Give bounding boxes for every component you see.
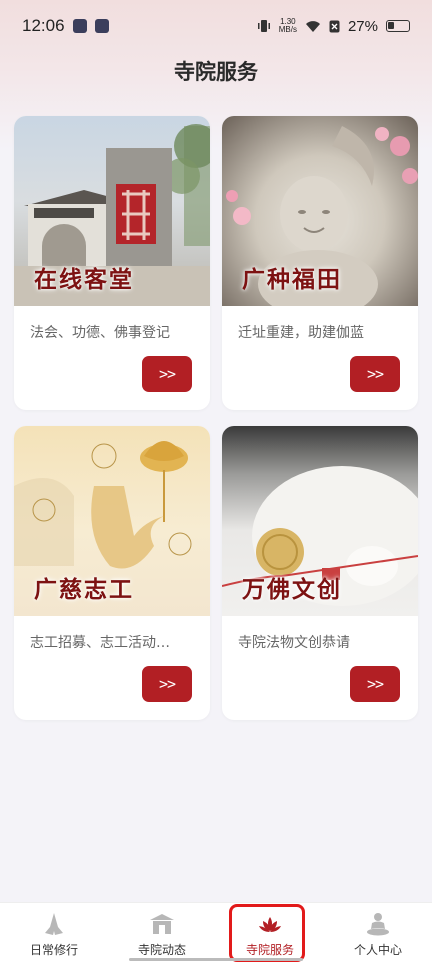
tab-label: 日常修行	[29, 943, 78, 957]
network-speed-unit: MB/s	[278, 25, 297, 34]
tab-label: 寺院动态	[137, 943, 186, 957]
card-title: 广慈志工	[34, 576, 134, 603]
card-description: 寺院法物文创恭请	[238, 635, 350, 651]
praying-hands-icon	[45, 913, 63, 935]
meditation-icon	[367, 913, 389, 936]
card-online-reception[interactable]: 在线客堂 法会、功德、佛事登记 >>	[14, 116, 210, 410]
tab-label: 个人中心	[353, 943, 402, 957]
card-description: 志工招募、志工活动…	[30, 635, 170, 651]
wifi-icon	[305, 20, 320, 32]
tab-temple-news[interactable]: 寺院动态	[108, 903, 216, 964]
tab-temple-services[interactable]: 寺院服务	[216, 903, 324, 964]
home-indicator	[129, 958, 303, 961]
sim-off-icon	[329, 20, 340, 32]
vibrate-icon	[257, 20, 270, 32]
tab-personal-center[interactable]: 个人中心	[324, 903, 432, 964]
notification-app-icon	[72, 19, 87, 33]
card-title: 万佛文创	[242, 576, 342, 603]
enter-button[interactable]: >>	[142, 666, 192, 702]
enter-button[interactable]: >>	[350, 356, 400, 392]
lotus-icon	[259, 917, 281, 932]
card-title: 广种福田	[242, 266, 342, 293]
tab-daily-practice[interactable]: 日常修行	[0, 903, 108, 964]
card-description: 迁址重建，助建伽蓝	[238, 325, 364, 341]
bottom-tab-bar: 日常修行 寺院动态 寺院服务 个人中心	[0, 902, 432, 964]
status-time: 12:06	[22, 16, 65, 35]
network-speed: 1.30 MB/s	[279, 18, 297, 34]
status-bar: 12:06 1.30 MB/s 27%	[0, 0, 432, 52]
enter-button[interactable]: >>	[350, 666, 400, 702]
card-description: 法会、功德、佛事登记	[30, 325, 170, 341]
enter-button[interactable]: >>	[142, 356, 192, 392]
page-title: 寺院服务	[174, 59, 258, 84]
tab-label: 寺院服务	[245, 943, 294, 957]
card-title: 在线客堂	[34, 266, 134, 293]
card-merit-field[interactable]: 广种福田 迁址重建，助建伽蓝 >>	[222, 116, 418, 410]
battery-icon	[386, 20, 410, 32]
notification-app-icon	[94, 19, 109, 33]
card-cultural-products[interactable]: 万佛文创 寺院法物文创恭请 >>	[222, 426, 418, 720]
battery-percent: 27%	[347, 17, 378, 35]
temple-icon	[150, 914, 174, 934]
card-volunteers[interactable]: 广慈志工 志工招募、志工活动… >>	[14, 426, 210, 720]
